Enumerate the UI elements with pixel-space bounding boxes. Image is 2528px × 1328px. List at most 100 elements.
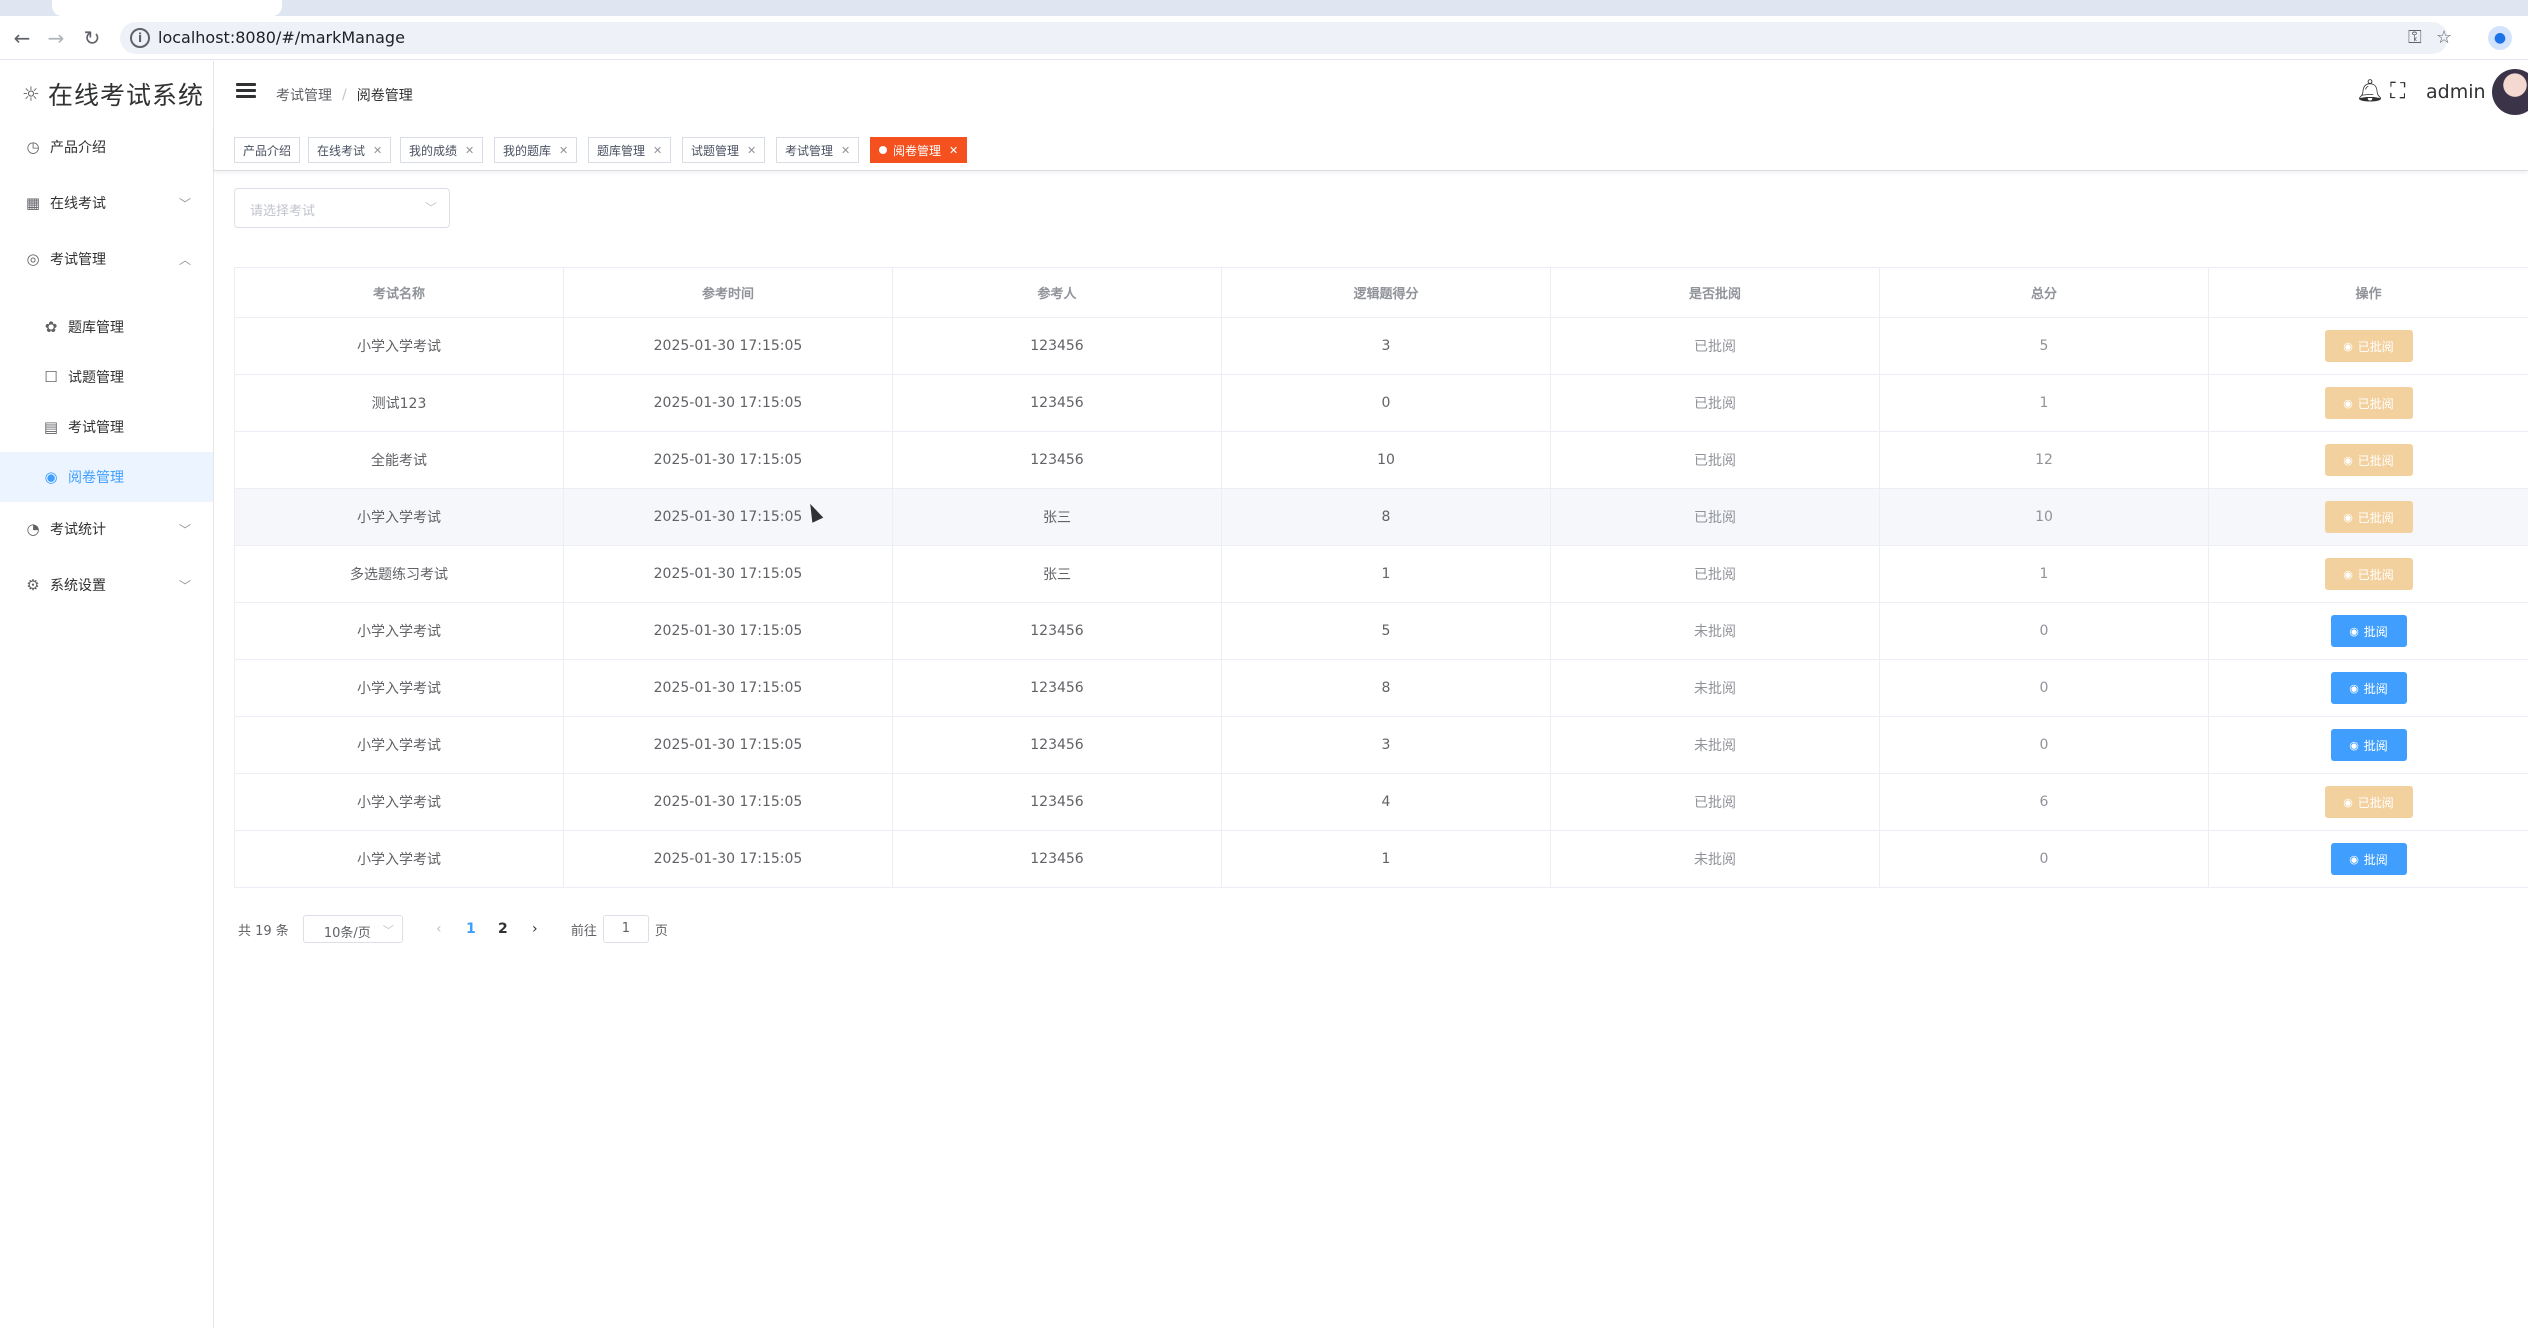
chevron-down-icon: ﹀ [178, 196, 191, 211]
tag-exam-manage[interactable]: 考试管理 ✕ [776, 137, 860, 163]
chevron-down-icon: ﹀ [424, 201, 437, 215]
eye-icon: ◉ [2343, 453, 2353, 467]
close-icon[interactable]: ✕ [949, 144, 958, 157]
tag-my-question-bank[interactable]: 我的题库 ✕ [494, 137, 578, 163]
close-icon[interactable]: ✕ [841, 144, 850, 157]
next-page-icon[interactable]: › [519, 921, 551, 937]
address-bar[interactable]: i localhost:8080/#/markManage ⚿ ☆ [120, 22, 2452, 54]
sidebar-item-online-exam[interactable]: ▦ 在线考试 ﹀ [0, 178, 213, 228]
table-row: 小学入学考试 2025-01-30 17:15:05 123456 1 未批阅 0 ◉ 批阅 [235, 831, 2528, 888]
chevron-down-icon: ﹀ [382, 924, 394, 937]
username[interactable]: admin [2426, 81, 2486, 103]
tag-my-scores[interactable]: 我的成绩 ✕ [400, 137, 484, 163]
table-row: 小学入学考试 2025-01-30 17:15:05 123456 5 未批阅 0 ◉ 批阅 [235, 603, 2528, 660]
cell-name: 小学入学考试 [235, 603, 564, 659]
mark-table: 考试名称 参考时间 参考人 逻辑题得分 是否批阅 总分 操作 小学入学考试 202… [234, 267, 2528, 888]
cell-name: 测试123 [235, 375, 564, 431]
button-label: 批阅 [2363, 738, 2388, 753]
cell-total: 0 [1880, 831, 2209, 887]
sidebar-item-question-manage[interactable]: ☐ 试题管理 [0, 352, 213, 402]
pie-chart-icon: ◔ [26, 520, 40, 538]
table-row: 多选题练习考试 2025-01-30 17:15:05 张三 1 已批阅 1 ◉ 已批阅 [235, 546, 2528, 603]
tag-product-intro[interactable]: 产品介绍 [234, 137, 301, 163]
reviewed-button[interactable]: ◉ 已批阅 [2324, 558, 2413, 590]
sidebar-item-product-intro[interactable]: ◷ 产品介绍 [0, 122, 213, 172]
cell-time: 2025-01-30 17:15:05 [564, 546, 893, 602]
url-text[interactable]: localhost:8080/#/markManage [158, 28, 405, 48]
cell-logic: 1 [1222, 831, 1551, 887]
sidebar-item-mark-manage[interactable]: ◉ 阅卷管理 [0, 452, 213, 502]
avatar[interactable] [2492, 69, 2528, 115]
tag-online-exam[interactable]: 在线考试 ✕ [308, 137, 392, 163]
cell-logic: 10 [1222, 432, 1551, 488]
tag-mark-manage[interactable]: 阅卷管理 ✕ [870, 137, 968, 163]
tag-label: 考试管理 [785, 143, 834, 158]
sidebar-item-exam-manage[interactable]: ◎ 考试管理 ︿ [0, 234, 213, 284]
review-button[interactable]: ◉ 批阅 [2330, 729, 2407, 761]
review-button[interactable]: ◉ 批阅 [2330, 615, 2407, 647]
tag-label: 我的题库 [503, 143, 552, 158]
prev-page-icon[interactable]: ‹ [423, 921, 455, 937]
cell-name: 多选题练习考试 [235, 546, 564, 602]
reload-icon[interactable]: ↻ [80, 26, 104, 50]
reviewed-button[interactable]: ◉ 已批阅 [2324, 501, 2413, 533]
review-button[interactable]: ◉ 批阅 [2330, 672, 2407, 704]
profile-icon[interactable]: ● [2488, 26, 2512, 50]
cell-total: 0 [1880, 717, 2209, 773]
eye-icon: ◉ [2343, 396, 2353, 410]
reviewed-button[interactable]: ◉ 已批阅 [2324, 387, 2413, 419]
reviewed-button[interactable]: ◉ 已批阅 [2324, 786, 2413, 818]
goto-prefix: 前往 [570, 923, 597, 939]
reviewed-button[interactable]: ◉ 已批阅 [2324, 444, 2413, 476]
site-info-icon[interactable]: i [130, 28, 150, 48]
table-row: 小学入学考试 2025-01-30 17:15:05 张三 8 已批阅 10 ◉ 已批阅 [235, 489, 2528, 546]
cell-user: 123456 [893, 375, 1222, 431]
cell-logic: 0 [1222, 375, 1551, 431]
page-size-select[interactable]: 10条/页 ﹀ [302, 915, 403, 943]
app-title: 在线考试系统 [47, 81, 204, 110]
goto-page-input[interactable]: 1 [602, 915, 649, 943]
sidebar-item-system-settings[interactable]: ⚙ 系统设置 ﹀ [0, 560, 213, 610]
cell-user: 123456 [893, 660, 1222, 716]
browser-tab-strip [0, 0, 2528, 16]
reviewed-button[interactable]: ◉ 已批阅 [2324, 330, 2413, 362]
breadcrumb-item[interactable]: 考试管理 [276, 85, 332, 105]
sidebar-item-question-bank[interactable]: ✿ 题库管理 [0, 302, 213, 352]
page-number-2[interactable]: 2 [487, 921, 519, 937]
cell-user: 123456 [893, 432, 1222, 488]
forward-icon[interactable]: → [44, 26, 68, 50]
password-key-icon[interactable]: ⚿ [2408, 27, 2422, 49]
hamburger-menu-icon[interactable] [236, 83, 256, 99]
cell-user: 张三 [893, 546, 1222, 602]
fullscreen-icon[interactable]: ⛶ [2390, 79, 2405, 105]
button-label: 批阅 [2363, 681, 2388, 696]
bookmark-star-icon[interactable]: ☆ [2436, 27, 2452, 49]
close-icon[interactable]: ✕ [653, 144, 662, 157]
button-label: 已批阅 [2357, 795, 2394, 810]
eye-icon: ◉ [2343, 795, 2353, 809]
sidebar-item-exam-sub-manage[interactable]: ▤ 考试管理 [0, 402, 213, 452]
cell-action: ◉ 批阅 [2209, 831, 2528, 887]
close-icon[interactable]: ✕ [747, 144, 756, 157]
cell-name: 小学入学考试 [235, 660, 564, 716]
close-icon[interactable]: ✕ [373, 144, 382, 157]
button-label: 已批阅 [2357, 453, 2394, 468]
review-button[interactable]: ◉ 批阅 [2330, 843, 2407, 875]
sidebar-item-exam-statistics[interactable]: ◔ 考试统计 ﹀ [0, 504, 213, 554]
browser-tab[interactable] [52, 0, 282, 16]
sun-icon: ☼ [22, 82, 40, 106]
cell-logic: 1 [1222, 546, 1551, 602]
cell-logic: 4 [1222, 774, 1551, 830]
tag-question-manage[interactable]: 试题管理 ✕ [682, 137, 766, 163]
gear-icon: ⚙ [26, 576, 40, 594]
back-icon[interactable]: ← [10, 26, 34, 50]
bell-icon[interactable]: 🔔︎ [2356, 79, 2384, 105]
chevron-down-icon: ﹀ [178, 578, 191, 593]
tag-question-bank-manage[interactable]: 题库管理 ✕ [588, 137, 672, 163]
page-number-1[interactable]: 1 [455, 921, 487, 937]
close-icon[interactable]: ✕ [559, 144, 568, 157]
exam-select[interactable]: 请选择考试 ﹀ [234, 188, 450, 228]
cell-action: ◉ 批阅 [2209, 717, 2528, 773]
column-header: 总分 [1880, 268, 2209, 317]
close-icon[interactable]: ✕ [465, 144, 474, 157]
